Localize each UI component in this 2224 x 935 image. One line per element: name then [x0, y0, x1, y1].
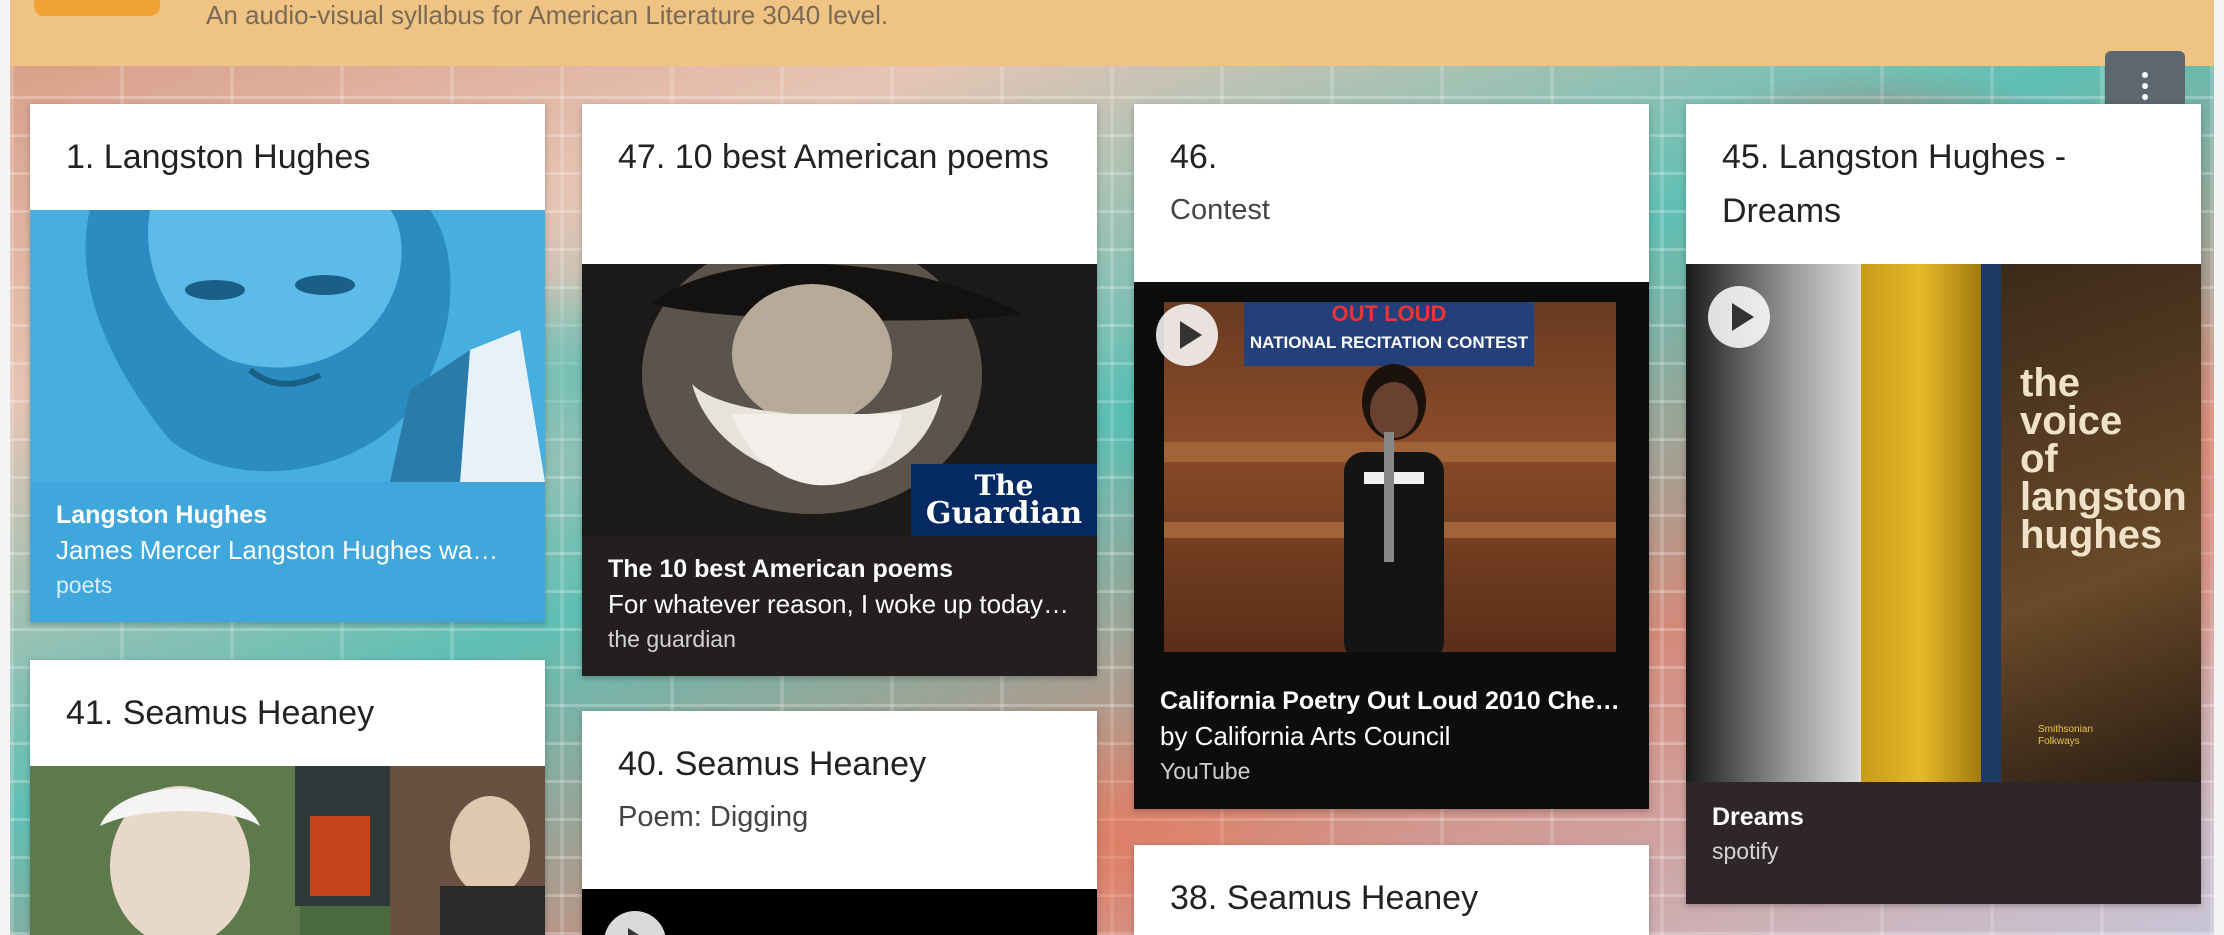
caption-source: spotify — [1712, 838, 1779, 864]
link-caption: Langston Hughes James Mercer Langston Hu… — [30, 498, 545, 602]
card-title: 1. Langston Hughes — [66, 138, 371, 176]
video-preview[interactable] — [582, 889, 1097, 935]
album-cover: the voice of langston hughes Smithsonian… — [1686, 264, 2201, 782]
card-title: 45. Langston Hughes - Dreams — [1722, 138, 2067, 230]
more-vertical-icon — [2142, 72, 2148, 78]
page-header: An audio-visual syllabus for American Li… — [10, 0, 2214, 66]
post-card-45[interactable]: 45. Langston Hughes - Dreams the voice o… — [1686, 104, 2201, 904]
guardian-logo: The Guardian — [911, 464, 1097, 536]
card-title: 47. 10 best American poems — [618, 138, 1049, 176]
link-caption: California Poetry Out Loud 2010 Che… by … — [1134, 684, 1649, 788]
caption-description: by California Arts Council — [1160, 721, 1451, 751]
post-card-38[interactable]: 38. Seamus Heaney — [1134, 845, 1649, 935]
caption-title: Langston Hughes — [56, 501, 268, 529]
post-card-1[interactable]: 1. Langston Hughes Langston Hughes James… — [30, 104, 545, 622]
link-preview[interactable]: The Guardian The 10 best American poems … — [582, 264, 1097, 676]
audio-preview[interactable]: the voice of langston hughes Smithsonian… — [1686, 264, 2201, 904]
logo[interactable] — [34, 0, 160, 16]
speaker-figure — [1344, 364, 1444, 652]
post-card-40[interactable]: 40. Seamus Heaney Poem: Digging — [582, 711, 1097, 935]
card-title: 46. — [1170, 138, 1218, 176]
post-card-46[interactable]: 46. Contest OUT LOUD NATIONAL RECITATION… — [1134, 104, 1649, 809]
caption-source: poets — [56, 572, 113, 598]
banner-title: OUT LOUD — [1331, 302, 1447, 326]
caption-source: YouTube — [1160, 758, 1251, 784]
post-card-41[interactable]: 41. Seamus Heaney — [30, 660, 545, 935]
link-caption: Dreams spotify — [1686, 800, 2201, 868]
caption-title: California Poetry Out Loud 2010 Che… — [1160, 687, 1620, 715]
video-preview[interactable]: OUT LOUD NATIONAL RECITATION CONTEST Cal… — [1134, 282, 1649, 809]
play-icon[interactable] — [1156, 304, 1218, 366]
card-title: 40. Seamus Heaney — [618, 745, 927, 783]
card-description: Contest — [1170, 194, 1270, 226]
caption-title: The 10 best American poems — [608, 555, 954, 583]
play-icon[interactable] — [1708, 286, 1770, 348]
seamus-heaney-image — [30, 766, 545, 935]
caption-source: the guardian — [608, 626, 736, 652]
banner-subtitle: NATIONAL RECITATION CONTEST — [1249, 333, 1529, 352]
card-title: 41. Seamus Heaney — [66, 694, 375, 732]
label-logo: Smithsonian Folkways — [2038, 724, 2094, 747]
caption-title: Dreams — [1712, 803, 1804, 831]
caption-description: For whatever reason, I woke up today… — [608, 589, 1070, 619]
link-caption: The 10 best American poems For whatever … — [582, 552, 1097, 656]
play-icon[interactable] — [604, 911, 666, 935]
page-subtitle: An audio-visual syllabus for American Li… — [206, 0, 889, 30]
heaney-photo[interactable] — [30, 766, 545, 935]
card-title: 38. Seamus Heaney — [1170, 879, 1479, 917]
langston-hughes-portrait — [30, 210, 545, 482]
link-preview[interactable]: Langston Hughes James Mercer Langston Hu… — [30, 210, 545, 622]
video-thumbnail: OUT LOUD NATIONAL RECITATION CONTEST — [1164, 302, 1616, 652]
card-description: Poem: Digging — [618, 801, 809, 833]
album-title: the voice of langston hughes — [2020, 361, 2187, 557]
caption-description: James Mercer Langston Hughes wa… — [56, 535, 499, 565]
post-card-47[interactable]: 47. 10 best American poems The Guardian … — [582, 104, 1097, 676]
